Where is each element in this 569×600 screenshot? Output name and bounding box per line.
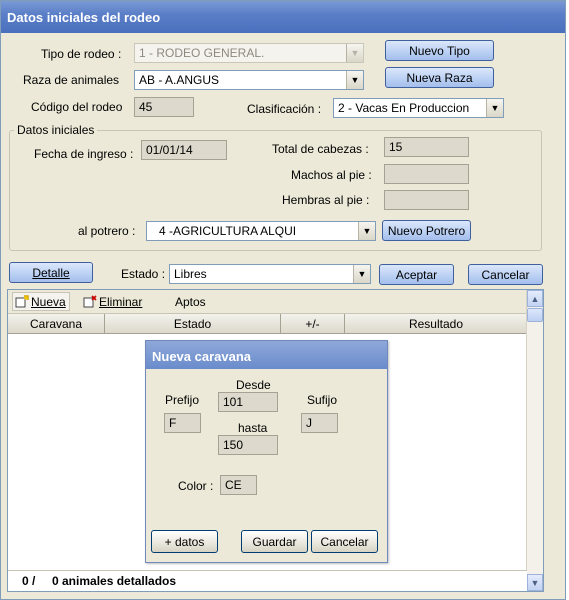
mas-datos-button[interactable]: + datos	[151, 530, 218, 553]
clasificacion-select[interactable]: 2 - Vacas En Produccion ▼	[333, 98, 504, 118]
machos-field[interactable]	[384, 164, 469, 184]
codigo-label: Código del rodeo	[31, 100, 123, 114]
grid-scrollbar[interactable]: ▲ ▼	[526, 290, 543, 591]
chevron-down-icon: ▼	[358, 222, 375, 240]
eliminar-tool-label: Eliminar	[99, 295, 143, 309]
nuevo-potrero-button[interactable]: Nuevo Potrero	[382, 220, 471, 241]
tipo-rodeo-label: Tipo de rodeo :	[41, 47, 122, 61]
total-cabezas-label: Total de cabezas :	[272, 142, 369, 156]
nuevo-tipo-button[interactable]: Nuevo Tipo	[385, 40, 494, 61]
potrero-value: 4 -AGRICULTURA ALQUI	[159, 224, 297, 238]
sufijo-field[interactable]: J	[301, 413, 338, 433]
tipo-rodeo-select[interactable]: 1 - RODEO GENERAL. ▼	[134, 43, 364, 63]
estado-value: Libres	[174, 267, 207, 281]
hasta-field[interactable]: 150	[218, 435, 278, 455]
machos-label: Machos al pie :	[291, 168, 372, 182]
sufijo-label: Sufijo	[307, 393, 338, 407]
hembras-field[interactable]	[384, 190, 469, 210]
scroll-up-icon[interactable]: ▲	[527, 290, 543, 307]
tipo-rodeo-value: 1 - RODEO GENERAL.	[139, 46, 265, 60]
new-icon	[15, 295, 29, 308]
estado-label: Estado :	[121, 267, 166, 281]
total-cabezas-field[interactable]: 15	[384, 137, 469, 157]
codigo-field[interactable]: 45	[134, 97, 194, 117]
main-window: Datos iniciales del rodeo Tipo de rodeo …	[0, 0, 566, 600]
nueva-raza-button[interactable]: Nueva Raza	[385, 67, 494, 88]
raza-label: Raza de animales	[23, 73, 120, 87]
fecha-ingreso-label: Fecha de ingreso :	[34, 147, 134, 161]
cancelar-button[interactable]: Cancelar	[468, 264, 543, 285]
potrero-label: al potrero :	[78, 224, 136, 238]
prefijo-field[interactable]: F	[164, 413, 201, 433]
clasificacion-label: Clasificación :	[247, 102, 322, 116]
prefijo-label: Prefijo	[165, 393, 200, 407]
guardar-button[interactable]: Guardar	[241, 530, 308, 553]
chevron-down-icon: ▼	[346, 44, 363, 62]
chevron-down-icon: ▼	[486, 99, 503, 117]
grid-header: Caravana Estado +/- Resultado	[8, 314, 527, 334]
column-resultado[interactable]: Resultado	[345, 314, 527, 334]
dialog-title: Nueva caravana	[146, 341, 387, 369]
column-estado[interactable]: Estado	[105, 314, 281, 334]
clasificacion-value: 2 - Vacas En Produccion	[338, 101, 470, 115]
datos-iniciales-title: Datos iniciales	[14, 123, 98, 137]
delete-icon	[83, 295, 97, 308]
desde-field[interactable]: 101	[218, 392, 278, 412]
nueva-tool-button[interactable]: Nueva	[12, 292, 70, 311]
chevron-down-icon: ▼	[346, 71, 363, 89]
grid-footer: 0 / 0 animales detallados	[8, 570, 527, 591]
footer-text: 0 animales detallados	[52, 574, 177, 588]
scroll-down-icon[interactable]: ▼	[527, 574, 543, 591]
hasta-label: hasta	[238, 421, 268, 435]
color-field[interactable]: CE	[220, 475, 257, 495]
aceptar-button[interactable]: Aceptar	[379, 264, 454, 285]
dialog-cancelar-button[interactable]: Cancelar	[311, 530, 378, 553]
desde-label: Desde	[236, 378, 271, 392]
footer-count: 0 /	[22, 574, 36, 588]
raza-select[interactable]: AB - A.ANGUS ▼	[134, 70, 364, 90]
column-caravana[interactable]: Caravana	[8, 314, 105, 334]
window-title: Datos iniciales del rodeo	[1, 1, 565, 33]
raza-value: AB - A.ANGUS	[139, 73, 220, 87]
nueva-tool-label: Nueva	[31, 295, 66, 309]
detalle-label: Detalle	[32, 265, 70, 280]
hembras-label: Hembras al pie :	[282, 193, 370, 207]
aptos-tool-button[interactable]: Aptos	[175, 295, 206, 309]
eliminar-tool-button[interactable]: Eliminar	[83, 295, 142, 309]
color-label: Color :	[178, 479, 214, 493]
nueva-caravana-dialog: Nueva caravana Prefijo F Desde 101 hasta…	[145, 340, 388, 563]
column-plus-minus[interactable]: +/-	[281, 314, 345, 334]
detalle-button[interactable]: Detalle	[9, 262, 93, 283]
fecha-ingreso-field[interactable]: 01/01/14	[141, 140, 227, 160]
potrero-select[interactable]: 4 -AGRICULTURA ALQUI ▼	[146, 221, 376, 241]
scroll-thumb[interactable]	[527, 308, 543, 322]
grid-toolbar: Nueva Eliminar Aptos	[8, 290, 527, 314]
chevron-down-icon: ▼	[353, 265, 370, 283]
estado-select[interactable]: Libres ▼	[169, 264, 371, 284]
